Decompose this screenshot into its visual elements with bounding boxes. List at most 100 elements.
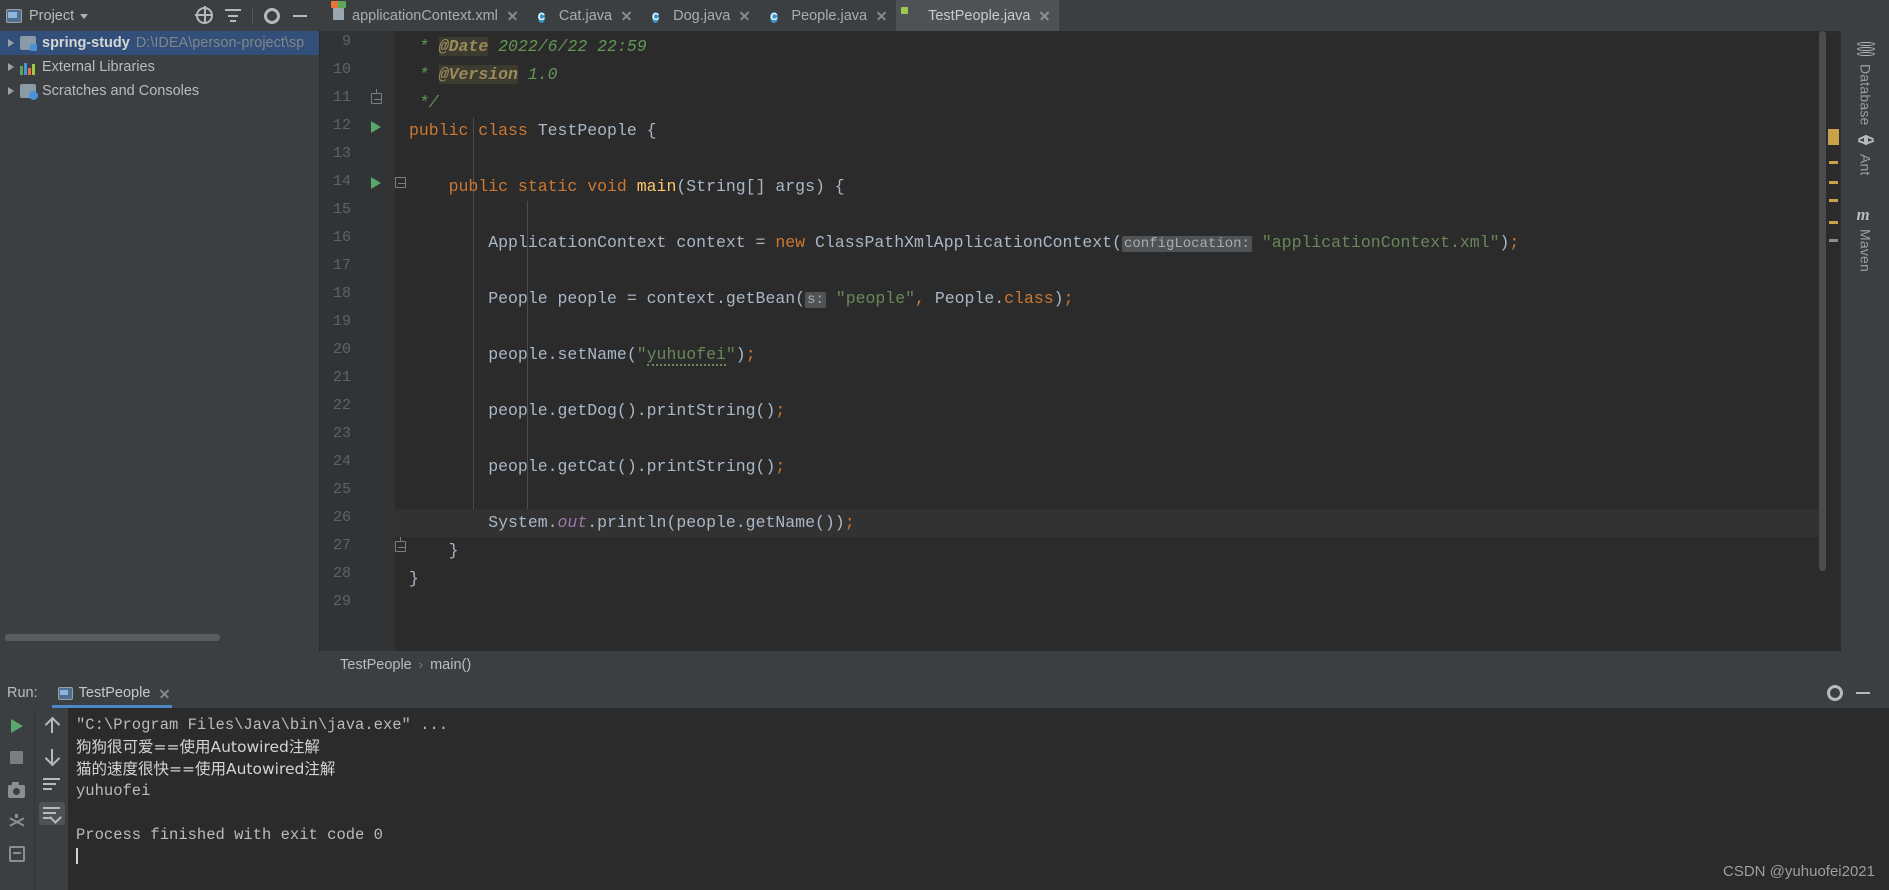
rerun-icon[interactable]: [4, 713, 30, 739]
code-line-12[interactable]: public class TestPeople {: [409, 117, 657, 145]
locate-icon[interactable]: [194, 5, 216, 27]
code-line-24[interactable]: people.getCat().printString();: [409, 453, 785, 481]
expand-arrow-icon[interactable]: [8, 87, 14, 95]
scroll-up-icon[interactable]: [39, 713, 65, 737]
editor-vertical-scrollbar[interactable]: [1818, 31, 1827, 651]
thread-dump-icon[interactable]: [4, 809, 30, 835]
code-line-14[interactable]: public static void main(String[] args) {: [409, 173, 845, 201]
java-class-icon: C: [537, 12, 546, 23]
line-number: 25: [332, 481, 351, 498]
editor-gutter[interactable]: 9 10 11 12 13 14 15 16 17 18 19 20 21 22…: [320, 31, 406, 651]
editor-tab-testpeople-java[interactable]: TestPeople.java: [896, 0, 1060, 31]
tree-node-label: External Libraries: [42, 59, 155, 75]
code-text-area[interactable]: * @Date 2022/6/22 22:59 * @Version 1.0 *…: [395, 31, 1840, 651]
line-number: 29: [332, 593, 351, 610]
line-number: 16: [332, 229, 351, 246]
fold-marker-comment-end[interactable]: [367, 89, 389, 109]
minimize-icon[interactable]: [1852, 682, 1874, 704]
breadcrumb-class[interactable]: TestPeople: [340, 657, 412, 673]
line-number: 20: [332, 341, 351, 358]
chevron-down-icon[interactable]: [80, 14, 89, 19]
minimize-icon[interactable]: [289, 5, 311, 27]
console-line-name: yuhuofei: [76, 782, 151, 800]
editor-tab-cat-java[interactable]: C Cat.java: [527, 0, 641, 31]
tree-node-scratches-and-consoles[interactable]: Scratches and Consoles: [0, 79, 319, 103]
code-line-22[interactable]: people.getDog().printString();: [409, 397, 785, 425]
tool-button-ant[interactable]: Ant: [1841, 131, 1889, 176]
gear-icon[interactable]: [1824, 682, 1846, 704]
print-icon[interactable]: [39, 831, 65, 855]
run-configuration-icon: [57, 686, 73, 700]
console-caret: [76, 846, 1889, 868]
line-number: 17: [332, 257, 351, 274]
idea-window: Project applicationContext.xml C Cat.jav…: [0, 0, 1889, 890]
scroll-down-icon[interactable]: [39, 743, 65, 767]
xml-file-icon: [331, 1, 346, 23]
editor-tab-people-java[interactable]: C People.java: [759, 0, 896, 31]
code-line-10[interactable]: * @Version 1.0: [409, 61, 558, 89]
line-number: 28: [332, 565, 351, 582]
editor-tab-applicationContext-xml[interactable]: applicationContext.xml: [320, 0, 527, 31]
close-icon[interactable]: [621, 10, 632, 21]
tool-button-maven[interactable]: m Maven: [1841, 206, 1889, 272]
line-number: 22: [332, 397, 351, 414]
exit-icon[interactable]: [4, 841, 30, 867]
code-line-18[interactable]: People people = context.getBean(s: "peop…: [409, 285, 1073, 313]
soft-wrap-icon[interactable]: [39, 772, 65, 796]
code-line-9[interactable]: * @Date 2022/6/22 22:59: [409, 33, 647, 61]
tool-button-database[interactable]: Database: [1841, 41, 1889, 126]
console-output[interactable]: "C:\Program Files\Java\bin\java.exe" ...…: [68, 708, 1889, 890]
code-line-26[interactable]: System.out.println(people.getName());: [395, 509, 1840, 537]
line-number: 19: [332, 313, 351, 330]
editor-tab-label: People.java: [791, 7, 868, 24]
run-method-gutter-icon[interactable]: [367, 173, 389, 193]
code-line-16[interactable]: ApplicationContext context = new ClassPa…: [409, 229, 1519, 257]
clear-all-icon[interactable]: [39, 861, 65, 885]
editor-marker-strip[interactable]: [1827, 31, 1840, 651]
expand-arrow-icon[interactable]: [8, 63, 14, 71]
console-line-command: "C:\Program Files\Java\bin\java.exe" ...: [76, 716, 449, 734]
close-icon[interactable]: [739, 10, 750, 21]
close-icon[interactable]: [159, 688, 170, 699]
maven-icon: m: [1856, 205, 1870, 224]
code-line-11[interactable]: */: [409, 89, 439, 117]
param-hint-config-location: configLocation:: [1121, 236, 1252, 252]
close-icon[interactable]: [507, 10, 518, 21]
code-editor[interactable]: 9 10 11 12 13 14 15 16 17 18 19 20 21 22…: [320, 31, 1840, 651]
line-number: 23: [332, 425, 351, 442]
tree-node-external-libraries[interactable]: External Libraries: [0, 55, 319, 79]
scroll-to-end-icon[interactable]: [38, 801, 65, 825]
line-number: 9: [341, 33, 351, 50]
breadcrumb-method[interactable]: main(): [430, 657, 471, 673]
console-line-cat: 猫的速度很快==使用Autowired注解: [76, 760, 336, 778]
gear-icon[interactable]: [261, 5, 283, 27]
screenshot-icon[interactable]: [4, 777, 30, 803]
close-icon[interactable]: [1039, 10, 1050, 21]
stop-icon[interactable]: [4, 745, 30, 771]
run-tool-window: Run: TestPeople "C:\Program Files\Java\b…: [0, 678, 1889, 890]
expand-arrow-icon[interactable]: [8, 39, 14, 47]
close-icon[interactable]: [876, 10, 887, 21]
libraries-icon: [20, 59, 36, 75]
spring-java-class-icon: [907, 8, 922, 23]
collapse-all-icon[interactable]: [222, 5, 244, 27]
line-number: 18: [332, 285, 351, 302]
code-line-27[interactable]: }: [409, 537, 459, 565]
run-class-gutter-icon[interactable]: [367, 117, 389, 137]
database-icon: [1856, 41, 1875, 59]
project-horizontal-scrollbar[interactable]: [5, 634, 220, 641]
editor-tab-label: Dog.java: [673, 7, 731, 24]
code-line-20[interactable]: people.setName("yuhuofei");: [409, 341, 756, 369]
run-toolbar-right: [34, 708, 68, 890]
tool-button-label: Database: [1857, 64, 1874, 126]
line-number: 11: [332, 89, 351, 106]
project-tree-pane[interactable]: spring-study D:\IDEA\person-project\sp E…: [0, 31, 320, 651]
tree-node-spring-study[interactable]: spring-study D:\IDEA\person-project\sp: [0, 31, 319, 55]
run-tab-testpeople[interactable]: TestPeople: [51, 678, 177, 708]
code-line-28[interactable]: }: [409, 565, 419, 593]
breadcrumb[interactable]: TestPeople › main(): [320, 651, 1840, 678]
tree-node-label: Scratches and Consoles: [42, 83, 200, 99]
run-panel-header: Run: TestPeople: [0, 678, 1889, 708]
editor-tab-dog-java[interactable]: C Dog.java: [641, 0, 759, 31]
